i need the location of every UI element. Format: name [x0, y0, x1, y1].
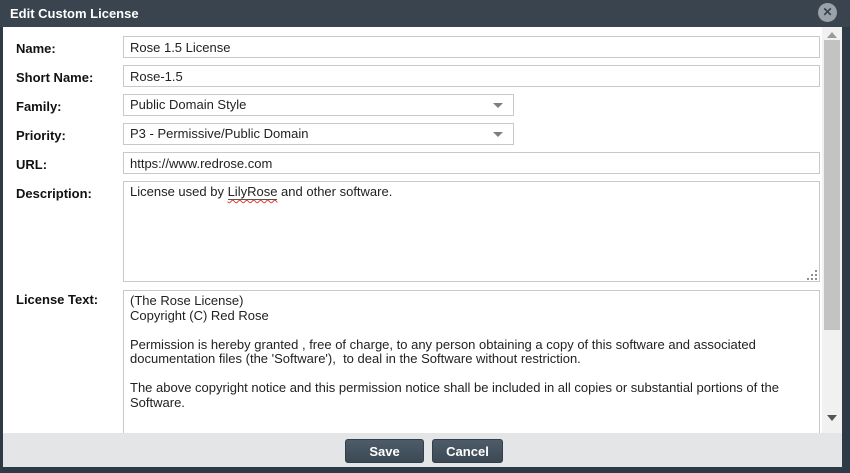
name-label: Name: — [16, 41, 56, 56]
priority-dropdown[interactable]: P3 - Permissive/Public Domain — [123, 123, 514, 145]
dialog-footer: Save Cancel — [3, 433, 842, 467]
license-text-label: License Text: — [16, 292, 98, 307]
dialog-title: Edit Custom License — [10, 0, 139, 27]
chevron-down-icon — [493, 132, 503, 137]
url-label: URL: — [16, 157, 47, 172]
family-selected-value: Public Domain Style — [130, 95, 246, 115]
description-text-after: and other software. — [277, 184, 392, 199]
family-label: Family: — [16, 99, 62, 114]
description-textarea[interactable]: License used by LilyRose and other softw… — [123, 181, 820, 282]
description-text-before: License used by — [130, 184, 228, 199]
dialog-body: Name: Short Name: Family: Public Domain … — [3, 27, 842, 433]
url-input[interactable] — [123, 152, 820, 174]
save-button[interactable]: Save — [345, 439, 424, 463]
description-misspelled-word: LilyRose — [228, 184, 278, 200]
description-label: Description: — [16, 186, 92, 201]
short-name-input[interactable] — [123, 65, 820, 87]
chevron-down-icon — [493, 103, 503, 108]
scroll-down-icon[interactable] — [822, 412, 842, 424]
family-dropdown[interactable]: Public Domain Style — [123, 94, 514, 116]
scrollbar-thumb[interactable] — [824, 40, 840, 330]
name-input[interactable] — [123, 36, 820, 58]
dialog-titlebar: Edit Custom License — [0, 0, 850, 27]
close-icon[interactable]: ✕ — [818, 3, 837, 22]
cancel-button[interactable]: Cancel — [432, 439, 503, 463]
resize-grip-icon[interactable] — [806, 269, 819, 287]
priority-selected-value: P3 - Permissive/Public Domain — [130, 124, 308, 144]
vertical-scrollbar[interactable] — [822, 27, 842, 433]
short-name-label: Short Name: — [16, 70, 93, 85]
priority-label: Priority: — [16, 128, 66, 143]
license-text-textarea[interactable]: (The Rose License) Copyright (C) Red Ros… — [123, 290, 820, 433]
